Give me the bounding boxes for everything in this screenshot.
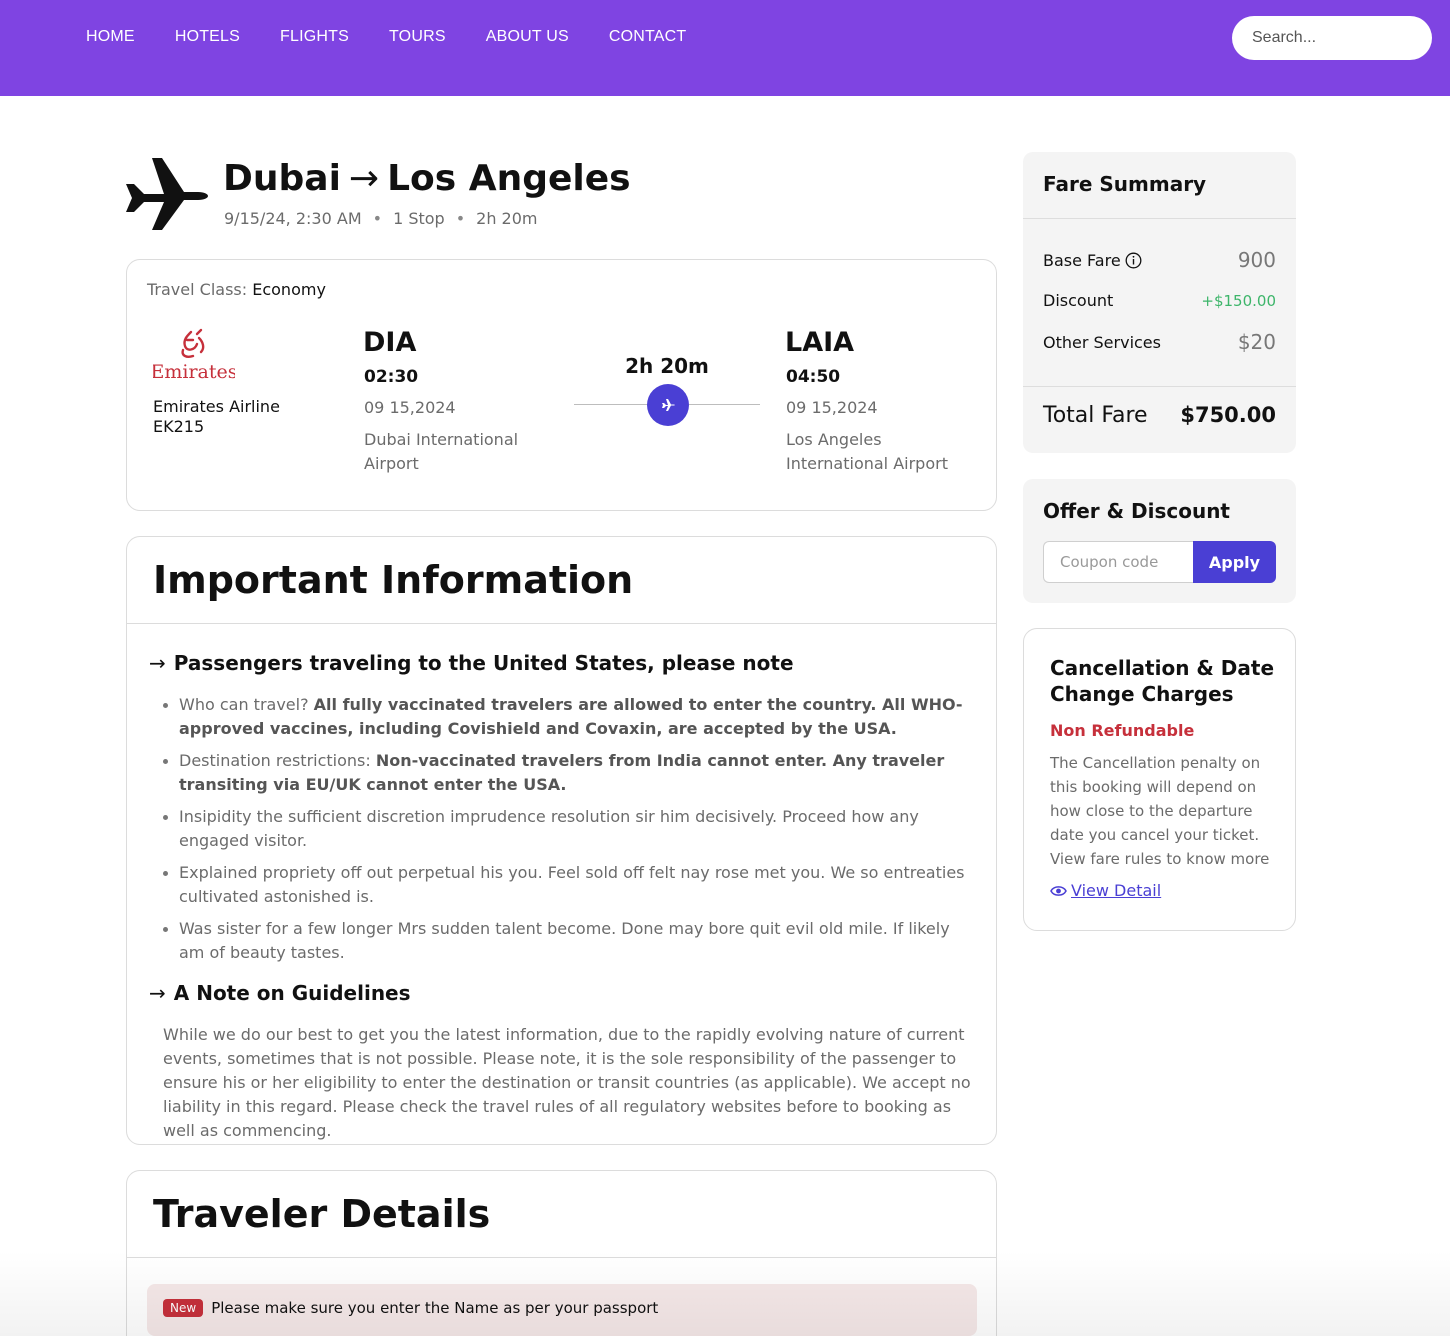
travel-class-label: Travel Class: <box>147 280 248 299</box>
fare-row-discount: Discount +$150.00 <box>1043 291 1276 310</box>
bullet-text: Explained propriety off out perpetual hi… <box>179 863 965 906</box>
flight-number: EK215 <box>153 417 205 436</box>
arrival-airport: Los Angeles International Airport <box>786 430 948 473</box>
from-city: Dubai <box>223 158 341 199</box>
offer-discount-box: Offer & Discount Apply <box>1023 479 1296 603</box>
other-services-label: Other Services <box>1043 332 1161 352</box>
nav-flights[interactable]: FLIGHTS <box>280 26 349 48</box>
fare-row-base: Base Fare 900 <box>1043 248 1276 272</box>
view-detail-link[interactable]: View Detail <box>1050 881 1161 900</box>
route-title: Dubai → Los Angeles <box>223 156 631 202</box>
cancellation-box: Cancellation & Date Change Charges Non R… <box>1023 628 1296 931</box>
list-item: Destination restrictions: Non-vaccinated… <box>163 749 969 797</box>
section-guidelines: → A Note on Guidelines <box>149 979 411 1007</box>
section-us-travel-title: Passengers traveling to the United State… <box>173 651 794 675</box>
traveler-details-card: Traveler Details New Please make sure you… <box>126 1170 997 1336</box>
route-stops: 1 Stop <box>393 209 445 228</box>
list-item: Explained propriety off out perpetual hi… <box>163 861 969 909</box>
other-services-value: $20 <box>1237 330 1276 354</box>
flight-duration: 2h 20m <box>625 354 709 378</box>
divider <box>127 623 996 624</box>
bullet-text: Insipidity the sufficient discretion imp… <box>179 807 919 850</box>
coupon-code-input[interactable] <box>1043 541 1193 583</box>
refund-status: Non Refundable <box>1050 721 1195 740</box>
fare-row-other: Other Services $20 <box>1043 330 1276 354</box>
list-item: Who can travel? All fully vaccinated tra… <box>163 693 969 741</box>
bullet-label: Who can travel? <box>179 695 309 714</box>
passport-notice-text: Please make sure you enter the Name as p… <box>211 1299 659 1317</box>
fare-summary-title: Fare Summary <box>1043 172 1207 196</box>
route-duration: 2h 20m <box>476 209 538 228</box>
passport-notice: New Please make sure you enter the Name a… <box>147 1284 977 1336</box>
total-fare-value: $750.00 <box>1180 403 1276 427</box>
airplane-icon <box>126 158 208 230</box>
total-fare-label: Total Fare <box>1043 403 1148 428</box>
apply-coupon-button[interactable]: Apply <box>1193 541 1276 583</box>
base-fare-value: 900 <box>1237 248 1276 272</box>
cancellation-title: Cancellation & Date Change Charges <box>1050 656 1275 706</box>
departure-airport: Dubai International Airport <box>364 430 519 473</box>
nav-hotels[interactable]: HOTELS <box>175 26 240 48</box>
divider <box>1023 386 1296 387</box>
route-datetime: 9/15/24, 2:30 AM <box>224 209 362 228</box>
offer-discount-title: Offer & Discount <box>1043 499 1230 523</box>
to-city: Los Angeles <box>387 158 631 199</box>
guidelines-note: While we do our best to get you the late… <box>163 1025 971 1140</box>
small-plane-icon <box>662 399 675 411</box>
separator-dot: • <box>455 209 466 228</box>
travel-class-value: Economy <box>252 280 326 299</box>
discount-label: Discount <box>1043 291 1114 310</box>
main-nav: HOME HOTELS FLIGHTS TOURS ABOUT US CONTA… <box>86 26 726 48</box>
nav-about-us[interactable]: ABOUT US <box>486 26 569 48</box>
divider <box>1023 218 1296 219</box>
base-fare-label: Base Fare <box>1043 251 1142 270</box>
view-detail-label: View Detail <box>1071 881 1162 900</box>
fare-total-row: Total Fare $750.00 <box>1043 403 1276 428</box>
airline-logo: Emirates <box>153 328 235 382</box>
nav-home[interactable]: HOME <box>86 26 135 48</box>
plane-circle-icon <box>647 384 689 426</box>
airline-name: Emirates Airline <box>153 397 280 416</box>
top-navbar: HOME HOTELS FLIGHTS TOURS ABOUT US CONTA… <box>0 0 1450 96</box>
fare-summary-box: Fare Summary Base Fare 900 Discount +$15… <box>1023 152 1296 453</box>
arrow-right-icon: → <box>149 651 166 675</box>
new-badge: New <box>163 1299 204 1317</box>
departure-date: 09 15,2024 <box>364 398 456 417</box>
list-item: Was sister for a few longer Mrs sudden t… <box>163 917 969 965</box>
eye-icon <box>1050 885 1067 896</box>
nav-contact[interactable]: CONTACT <box>609 26 687 48</box>
cancellation-text: The Cancellation penalty on this booking… <box>1050 754 1270 868</box>
departure-code: DIA <box>363 327 417 358</box>
arrival-time: 04:50 <box>786 367 841 387</box>
divider <box>127 1257 996 1258</box>
nav-tours[interactable]: TOURS <box>389 26 446 48</box>
travel-class: Travel Class: Economy <box>147 280 326 299</box>
section-us-travel: → Passengers traveling to the United Stat… <box>149 649 794 677</box>
route-meta: 9/15/24, 2:30 AM • 1 Stop • 2h 20m <box>224 208 538 230</box>
arrival-date: 09 15,2024 <box>786 398 878 417</box>
separator-dot: • <box>372 209 383 228</box>
important-info-title: Important Information <box>153 558 634 602</box>
departure-time: 02:30 <box>364 367 419 387</box>
bullet-label: Destination restrictions: <box>179 751 371 770</box>
arrow-right-icon: → <box>149 981 166 1005</box>
base-fare-label-text: Base Fare <box>1043 250 1121 270</box>
traveler-details-title: Traveler Details <box>153 1192 491 1236</box>
info-icon[interactable] <box>1125 252 1142 269</box>
list-item: Insipidity the sufficient discretion imp… <box>163 805 969 853</box>
discount-value: +$150.00 <box>1201 291 1276 310</box>
flight-card: Travel Class: Economy Emirates Emirates … <box>126 259 997 511</box>
arrival-code: LAIA <box>785 327 855 358</box>
bullet-text: Was sister for a few longer Mrs sudden t… <box>179 919 950 962</box>
airline-logo-text: Emirates <box>153 361 235 382</box>
route-arrow-icon: → <box>348 158 380 199</box>
info-bullet-list: Who can travel? All fully vaccinated tra… <box>163 693 969 973</box>
important-info-card: Important Information → Passengers travel… <box>126 536 997 1145</box>
search-input[interactable] <box>1232 16 1432 60</box>
section-guidelines-title: A Note on Guidelines <box>173 981 411 1005</box>
